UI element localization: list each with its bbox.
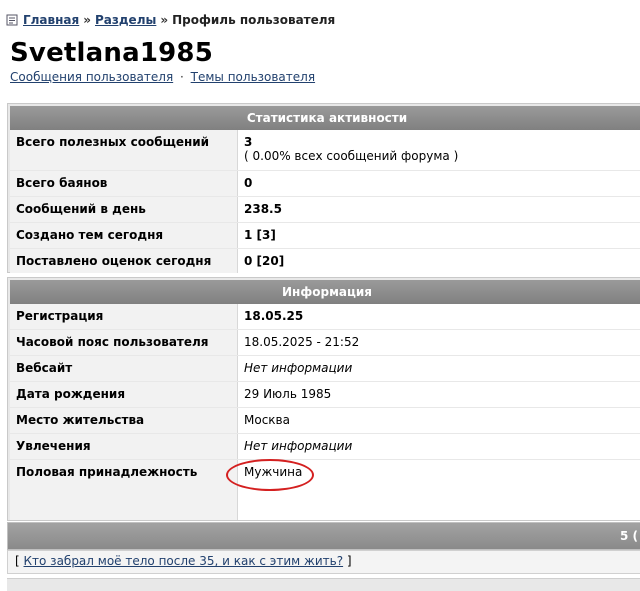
link-separator-dot: · — [180, 70, 184, 84]
stats-label: Всего полезных сообщений — [10, 130, 238, 170]
stats-value-text: 0 — [244, 176, 253, 190]
useful-posts-percent: ( 0.00% всех сообщений форума ) — [244, 149, 459, 163]
info-value: 18.05.25 — [238, 304, 640, 329]
page-title-username: Svetlana1985 — [10, 38, 214, 68]
stats-label: Поставлено оценок сегодня — [10, 249, 238, 273]
info-label: Регистрация — [10, 304, 238, 329]
activity-stats-header: Статистика активности — [10, 106, 640, 130]
stats-row: Создано тем сегодня 1 [3] — [10, 223, 640, 248]
info-label: Половая принадлежность — [10, 460, 238, 520]
stats-value-text: 0 [20] — [244, 254, 285, 268]
stats-value-text: 238.5 — [244, 202, 282, 216]
info-row: Место жительства Москва — [10, 408, 640, 433]
info-label: Место жительства — [10, 408, 238, 433]
info-value: Нет информации — [238, 434, 640, 459]
stats-value: 1 [3] — [238, 223, 640, 248]
stats-label: Всего баянов — [10, 171, 238, 196]
stats-value: 0 [20] — [238, 249, 640, 273]
user-topics-link[interactable]: Темы пользователя — [191, 70, 315, 84]
breadcrumb-sections-link[interactable]: Разделы — [95, 13, 156, 27]
info-value: Москва — [238, 408, 640, 433]
home-doc-icon — [6, 14, 18, 26]
bracket-close: ] — [346, 554, 352, 568]
info-label: Часовой пояс пользователя — [10, 330, 238, 355]
info-label: Увлечения — [10, 434, 238, 459]
stats-value: 3 ( 0.00% всех сообщений форума ) — [238, 130, 640, 170]
hobbies-value: Нет информации — [244, 439, 353, 453]
info-value: 18.05.2025 - 21:52 — [238, 330, 640, 355]
user-links: Сообщения пользователя · Темы пользовате… — [10, 70, 315, 84]
bracket-open: [ — [15, 554, 20, 568]
info-label: Дата рождения — [10, 382, 238, 407]
registration-date: 18.05.25 — [244, 309, 304, 323]
stats-value: 0 — [238, 171, 640, 196]
topic-link[interactable]: Кто забрал моё тело после 35, и как с эт… — [24, 554, 344, 568]
info-row: Регистрация 18.05.25 — [10, 304, 640, 329]
breadcrumb-home-link[interactable]: Главная — [23, 13, 79, 27]
stats-row: Поставлено оценок сегодня 0 [20] — [10, 249, 640, 273]
activity-stats-panel: Статистика активности Всего полезных соо… — [7, 103, 640, 273]
info-row: Часовой пояс пользователя 18.05.2025 - 2… — [10, 330, 640, 355]
stats-value-text: 1 [3] — [244, 228, 276, 242]
stats-value: 238.5 — [238, 197, 640, 222]
stats-label: Создано тем сегодня — [10, 223, 238, 248]
info-header: Информация — [10, 280, 640, 304]
info-label: Вебсайт — [10, 356, 238, 381]
user-messages-link[interactable]: Сообщения пользователя — [10, 70, 173, 84]
breadcrumb-current: Профиль пользователя — [172, 13, 336, 27]
topic-line: [ Кто забрал моё тело после 35, и как с … — [7, 550, 640, 574]
info-panel: Информация Регистрация 18.05.25 Часовой … — [7, 277, 640, 521]
info-row: Половая принадлежность Мужчина — [10, 460, 640, 520]
info-row: Дата рождения 29 Июль 1985 — [10, 382, 640, 407]
bottom-strip — [7, 578, 640, 591]
stats-row: Сообщений в день 238.5 — [10, 197, 640, 222]
stats-row: Всего полезных сообщений 3 ( 0.00% всех … — [10, 130, 640, 170]
info-value: 29 Июль 1985 — [238, 382, 640, 407]
info-row: Вебсайт Нет информации — [10, 356, 640, 381]
breadcrumb-separator: » — [83, 13, 91, 27]
stats-row: Всего баянов 0 — [10, 171, 640, 196]
useful-posts-value: 3 — [244, 135, 253, 149]
stats-label: Сообщений в день — [10, 197, 238, 222]
website-value: Нет информации — [244, 361, 353, 375]
topics-bar: 5 ( — [7, 522, 640, 550]
info-value: Нет информации — [238, 356, 640, 381]
topics-count: 5 ( — [619, 529, 638, 543]
info-row: Увлечения Нет информации — [10, 434, 640, 459]
breadcrumb: Главная » Разделы » Профиль пользователя — [6, 11, 335, 29]
breadcrumb-separator: » — [160, 13, 169, 27]
highlight-ellipse — [226, 459, 314, 491]
